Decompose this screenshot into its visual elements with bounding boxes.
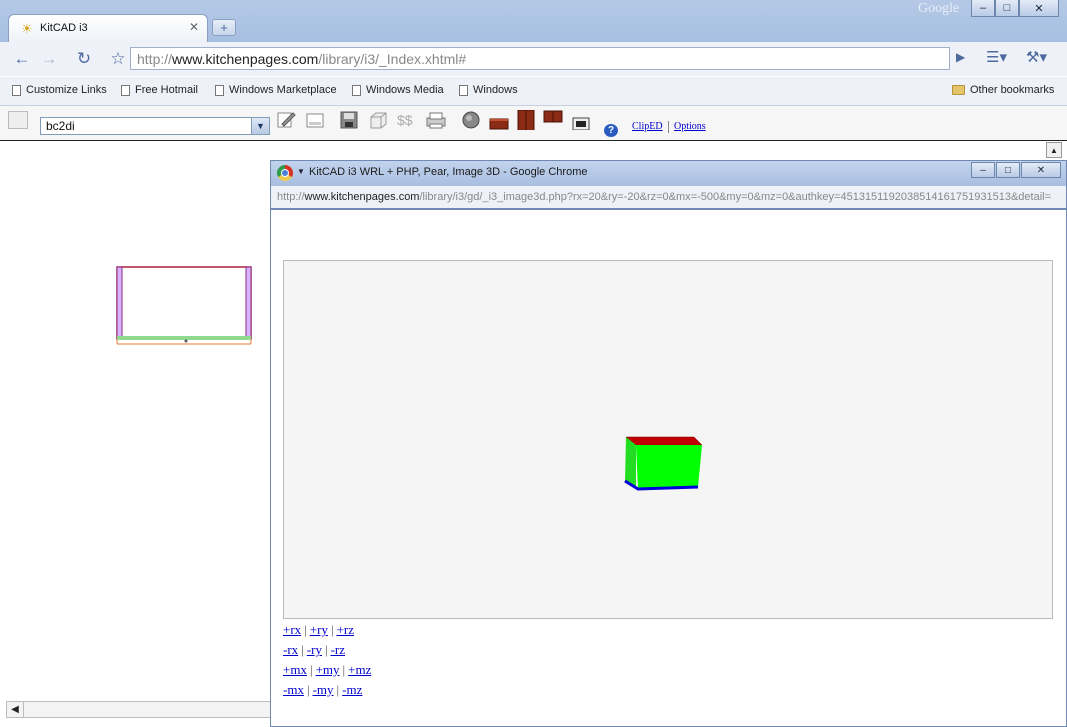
plan-view-cabinet[interactable] (114, 264, 256, 350)
scroll-left-arrow-icon[interactable]: ◀ (7, 702, 24, 717)
minus-mz-link[interactable]: -mz (342, 682, 362, 697)
tab-close-icon[interactable]: ✕ (189, 20, 199, 34)
bookmark-item[interactable]: Free Hotmail (121, 84, 198, 96)
bookmark-item[interactable]: Windows (459, 84, 518, 96)
page-icon (352, 84, 361, 96)
page-menu-icon[interactable]: ☰▾ (986, 48, 1007, 66)
cabinet-3d-model (624, 436, 703, 491)
popup-minimize-button[interactable]: – (971, 162, 995, 178)
google-brand: Google (918, 1, 960, 16)
plus-mx-link[interactable]: +mx (283, 662, 307, 677)
price-dollar-icon[interactable]: $$ (396, 110, 418, 130)
blank-tool-icon[interactable] (8, 111, 28, 129)
profile-select-value: bc2di (46, 119, 75, 133)
cabinet-front-face (636, 445, 702, 489)
horizontal-scrollbar[interactable]: ◀ (6, 701, 274, 718)
kitcad-favicon-icon: ☀ (21, 21, 33, 36)
cabinet-top-face (625, 436, 703, 446)
plus-rz-link[interactable]: +rz (337, 622, 354, 637)
page-icon (12, 84, 21, 96)
window-icon[interactable] (305, 110, 325, 130)
back-arrow-icon[interactable]: ← (10, 47, 34, 71)
box-3d-icon[interactable] (368, 110, 388, 130)
window-menu-arrow-icon[interactable]: ▼ (297, 167, 305, 176)
plus-rx-link[interactable]: +rx (283, 622, 301, 637)
profile-select[interactable]: bc2di ▼ (40, 117, 270, 135)
page-icon (459, 84, 468, 96)
chrome-logo-icon[interactable] (277, 165, 293, 181)
bookmark-item[interactable]: Windows Media (352, 84, 444, 96)
help-icon[interactable]: ? (604, 124, 618, 137)
bookmark-item[interactable]: Windows Marketplace (215, 84, 337, 96)
render-3d-viewport[interactable] (283, 260, 1053, 619)
control-row: +rx | +ry | +rz (283, 622, 354, 637)
other-bookmarks[interactable]: Other bookmarks (952, 84, 1054, 96)
globe-render-icon[interactable] (461, 110, 481, 130)
minus-my-link[interactable]: -my (313, 682, 334, 697)
popup-close-button[interactable]: ✕ (1021, 162, 1061, 178)
reload-icon[interactable]: ↻ (72, 47, 96, 71)
popup-window: ▼ KitCAD i3 WRL + PHP, Pear, Image 3D - … (270, 160, 1067, 727)
bookmark-star-icon[interactable]: ☆ (106, 47, 130, 71)
close-window-button[interactable]: ✕ (1019, 0, 1059, 17)
control-row: -rx | -ry | -rz (283, 642, 345, 657)
forward-arrow-icon[interactable]: → (37, 47, 61, 71)
minimize-button[interactable]: – (971, 0, 995, 17)
page-icon (121, 84, 130, 96)
go-play-icon[interactable]: ▶ (956, 50, 965, 64)
minus-rz-link[interactable]: -rz (331, 642, 345, 657)
svg-text:$$: $$ (397, 112, 413, 128)
tall-cabinet-icon[interactable] (516, 110, 536, 130)
minus-ry-link[interactable]: -ry (307, 642, 322, 657)
control-row: -mx | -my | -mz (283, 682, 363, 697)
pencil-edit-icon[interactable] (276, 110, 296, 130)
new-tab-button[interactable]: + (212, 19, 236, 36)
save-disk-icon[interactable] (339, 110, 359, 130)
base-cabinet-icon[interactable] (488, 110, 510, 130)
print-icon[interactable] (424, 110, 448, 130)
popup-title: KitCAD i3 WRL + PHP, Pear, Image 3D - Go… (309, 166, 588, 178)
minus-mx-link[interactable]: -mx (283, 682, 304, 697)
popup-maximize-button[interactable]: □ (996, 162, 1020, 178)
options-link[interactable]: Options (674, 121, 706, 132)
popup-url: http://www.kitchenpages.com/library/i3/g… (277, 191, 1052, 203)
control-row: +mx | +my | +mz (283, 662, 372, 677)
page-icon (215, 84, 224, 96)
toolbar-divider (668, 121, 669, 133)
wall-cabinet-icon[interactable] (543, 110, 563, 130)
chevron-down-icon[interactable]: ▼ (251, 118, 269, 134)
address-bar-url: http://www.kitchenpages.com/library/i3/_… (137, 51, 467, 67)
plus-mz-link[interactable]: +mz (348, 662, 371, 677)
bookmark-item[interactable]: Customize Links (12, 84, 107, 96)
tab-kitcad[interactable]: ☀ KitCAD i3 ✕ (8, 14, 208, 42)
clipbed-link[interactable]: ClipED (632, 121, 663, 132)
popup-titlebar: ▼ KitCAD i3 WRL + PHP, Pear, Image 3D - … (271, 161, 1066, 186)
plus-my-link[interactable]: +my (316, 662, 340, 677)
oven-appliance-icon[interactable] (571, 110, 591, 130)
folder-icon (952, 85, 965, 95)
plus-ry-link[interactable]: +ry (310, 622, 328, 637)
popup-url-bar[interactable]: http://www.kitchenpages.com/library/i3/g… (271, 186, 1066, 210)
scroll-up-button[interactable]: ▲ (1046, 142, 1062, 158)
minus-rx-link[interactable]: -rx (283, 642, 298, 657)
maximize-button[interactable]: □ (995, 0, 1019, 17)
tab-title: KitCAD i3 (40, 22, 88, 34)
address-bar[interactable]: http://www.kitchenpages.com/library/i3/_… (130, 47, 950, 70)
wrench-menu-icon[interactable]: ⚒▾ (1026, 48, 1047, 66)
